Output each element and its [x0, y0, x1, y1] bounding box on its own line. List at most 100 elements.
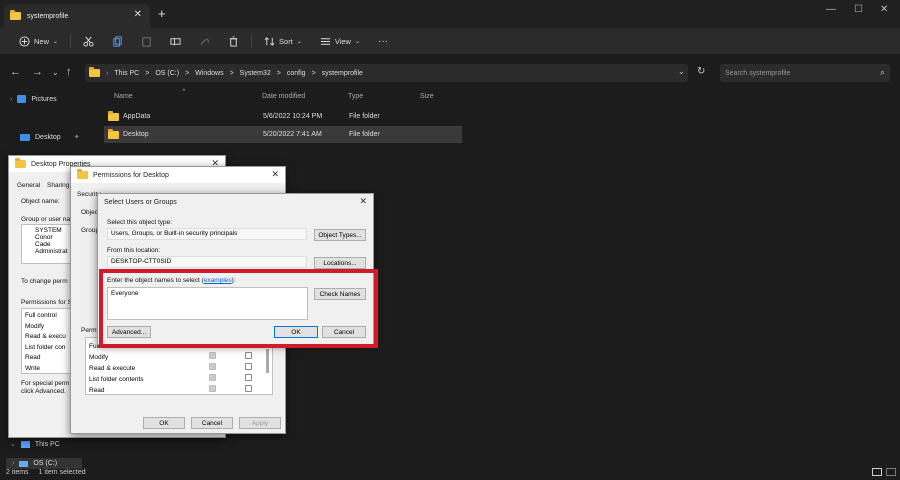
deny-checkbox[interactable] — [245, 385, 252, 392]
item-count: 2 items — [6, 469, 29, 476]
user-item[interactable]: SYSTEM — [25, 227, 69, 234]
copy-button[interactable] — [103, 28, 132, 54]
crumb-os-c[interactable]: OS (C:) — [155, 70, 179, 77]
column-type[interactable]: Type — [348, 93, 363, 100]
object-type-label: Select this object type: — [107, 219, 173, 226]
rename-button[interactable] — [161, 28, 190, 54]
cut-button[interactable] — [74, 28, 103, 54]
crumb-config[interactable]: config — [287, 70, 306, 77]
drive-icon — [19, 460, 29, 467]
delete-button[interactable] — [219, 28, 248, 54]
locations-button[interactable]: Locations... — [314, 257, 366, 269]
new-tab-button[interactable]: + — [158, 6, 166, 21]
tiles-view-icon[interactable] — [886, 468, 896, 476]
view-icon — [320, 37, 330, 45]
object-types-button[interactable]: Object Types... — [314, 229, 366, 241]
perm-item: Modify — [25, 322, 45, 330]
crumb-this-pc[interactable]: This PC — [114, 70, 139, 77]
more-options-button[interactable]: ··· — [369, 28, 397, 54]
selected-count: 1 item selected — [38, 469, 86, 476]
allow-checkbox — [209, 385, 216, 392]
share-button[interactable] — [190, 28, 219, 54]
sort-label: Sort — [279, 36, 293, 46]
address-dropdown-icon[interactable]: ⌄ — [678, 67, 685, 76]
crumb-system32[interactable]: System32 — [240, 70, 271, 77]
allow-checkbox — [209, 352, 216, 359]
perm-row: List folder contents — [89, 376, 144, 383]
folder-icon — [108, 110, 119, 121]
copy-icon — [113, 35, 122, 47]
column-name[interactable]: Name — [114, 93, 133, 100]
user-list[interactable]: SYSTEM Conor Cade Administrat — [21, 224, 73, 264]
perm-item: Write — [25, 364, 41, 372]
close-window-button[interactable]: ✕ — [880, 4, 888, 15]
apply-button[interactable]: Apply — [239, 417, 281, 429]
file-type: File folder — [349, 113, 380, 120]
back-arrow-icon[interactable]: ← — [10, 66, 21, 78]
sort-button[interactable]: Sort ⌄ — [255, 28, 311, 54]
location-field: DESKTOP-CTT0SID — [107, 256, 307, 268]
file-row[interactable]: Desktop 5/20/2022 7:41 AM File folder — [104, 126, 462, 143]
crumb-separator: > — [229, 69, 234, 77]
command-bar: New ⌄ Sort ⌄ View ⌄ ··· — [0, 28, 900, 54]
sidebar-item-os-c[interactable]: › OS (C:) — [6, 458, 82, 469]
crumb-separator: > — [185, 69, 190, 77]
crumb-systemprofile[interactable]: systemprofile — [322, 70, 363, 77]
column-size[interactable]: Size — [420, 93, 434, 100]
user-item[interactable]: Administrat — [25, 248, 69, 255]
sidebar-item-desktop[interactable]: Desktop ✦ — [20, 133, 80, 141]
view-button[interactable]: View ⌄ — [311, 28, 369, 54]
dialog-title: Permissions for Desktop — [93, 171, 169, 179]
up-arrow-icon[interactable]: ↑ — [66, 66, 72, 78]
divider — [251, 34, 253, 48]
view-label: View — [334, 36, 351, 46]
cancel-button[interactable]: Cancel — [191, 417, 233, 429]
crumb-windows[interactable]: Windows — [195, 70, 223, 77]
file-name: Desktop — [123, 131, 149, 138]
location-label: From this location: — [107, 247, 161, 254]
paste-icon — [142, 36, 151, 47]
tab-systemprofile[interactable]: systemprofile ✕ — [4, 4, 150, 28]
recent-chevron-icon[interactable]: ⌄ — [52, 68, 59, 77]
minimize-button[interactable]: — — [826, 4, 836, 15]
object-name-label: Object name: — [21, 198, 60, 205]
object-type-field: Users, Groups, or Built-in security prin… — [107, 228, 307, 240]
address-bar[interactable]: › This PC > OS (C:) > Windows > System32… — [85, 64, 688, 82]
search-input[interactable]: Search systemprofile ⌕ — [720, 64, 890, 82]
deny-checkbox[interactable] — [245, 363, 252, 370]
paste-button[interactable] — [132, 28, 161, 54]
sidebar-label: Pictures — [31, 95, 57, 103]
scrollbar[interactable] — [266, 349, 269, 373]
new-button[interactable]: New ⌄ — [10, 28, 67, 54]
change-perm-label: To change perm — [21, 278, 68, 285]
tab-title: systemprofile — [27, 12, 69, 20]
maximize-button[interactable]: ☐ — [854, 4, 863, 15]
refresh-icon[interactable]: ↻ — [697, 66, 705, 77]
scissors-icon — [83, 36, 94, 47]
highlight-box — [99, 269, 378, 348]
perm-item: Read & execu — [25, 333, 66, 340]
file-date: 5/20/2022 7:41 AM — [263, 131, 322, 138]
close-icon[interactable]: ✕ — [359, 196, 367, 207]
sidebar-label: Desktop — [35, 133, 61, 141]
user-item[interactable]: Conor Cade — [25, 234, 69, 248]
tab-general[interactable]: General — [17, 182, 40, 189]
sidebar-label: This PC — [34, 440, 60, 448]
file-type: File folder — [349, 131, 380, 138]
ok-button[interactable]: OK — [143, 417, 185, 429]
file-name: AppData — [123, 113, 151, 120]
close-icon[interactable]: ✕ — [271, 169, 279, 180]
sort-ascending-icon: ⌃ — [181, 89, 187, 96]
deny-checkbox[interactable] — [245, 352, 252, 359]
sidebar-item-pictures[interactable]: › Pictures — [10, 95, 57, 103]
sidebar-item-this-pc[interactable]: ⌄ This PC — [10, 440, 60, 448]
column-date-modified[interactable]: Date modified — [262, 93, 305, 100]
advanced-hint: click Advanced. — [21, 388, 66, 395]
tab-sharing[interactable]: Sharing — [47, 182, 69, 189]
crumb-separator: > — [276, 69, 281, 77]
details-view-icon[interactable] — [872, 468, 882, 476]
file-row[interactable]: AppData 5/6/2022 10:24 PM File folder — [104, 108, 462, 125]
close-tab-icon[interactable]: ✕ — [134, 9, 142, 20]
forward-arrow-icon[interactable]: → — [32, 66, 43, 78]
deny-checkbox[interactable] — [245, 374, 252, 381]
